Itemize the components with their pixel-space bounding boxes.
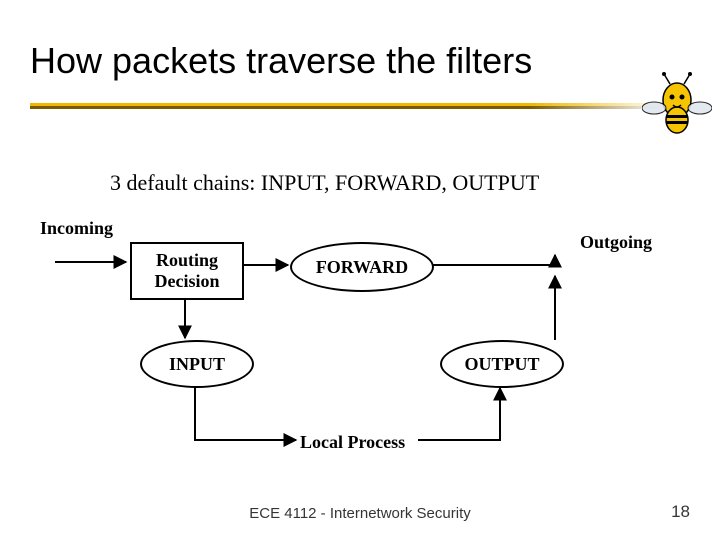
slide: How packets traverse the filters [0,0,720,540]
local-process-label: Local Process [300,432,405,453]
forward-node: FORWARD [290,242,434,292]
slide-title: How packets traverse the filters [30,40,532,82]
outgoing-label: Outgoing [580,232,652,253]
output-node: OUTPUT [440,340,564,388]
mascot-icon [642,70,712,140]
arrow-local-to-output [418,388,500,440]
routing-decision-node: Routing Decision [130,242,244,300]
input-node: INPUT [140,340,254,388]
arrow-input-to-local [195,386,296,440]
slide-number: 18 [671,502,690,522]
footer-text: ECE 4112 - Internetwork Security [0,505,720,522]
arrow-forward-to-outgoing [432,255,555,265]
subtitle: 3 default chains: INPUT, FORWARD, OUTPUT [110,170,539,196]
title-underline [30,100,670,120]
incoming-label: Incoming [40,218,113,239]
